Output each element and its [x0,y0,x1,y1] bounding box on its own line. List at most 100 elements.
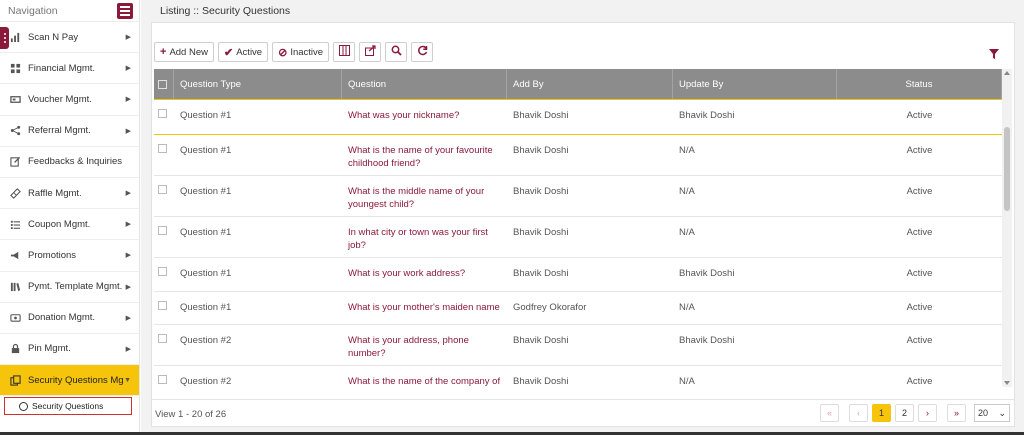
scroll-thumb[interactable] [1004,127,1010,211]
table-row[interactable]: Question #1 What is the name of your fav… [154,135,1002,176]
sidebar-item-financial-mgmt[interactable]: Financial Mgmt. ▶ [0,53,139,85]
list-icon [9,218,21,230]
cell-add-by: Bhavik Doshi [513,227,569,238]
sidebar-item-pymt-template-mgmt[interactable]: Pymt. Template Mgmt. ▶ [0,272,139,303]
scroll-down-icon[interactable] [1004,381,1010,385]
row-checkbox[interactable] [158,301,167,310]
cell-question-link[interactable]: What was your nickname? [342,100,507,134]
cell-question-link[interactable]: What is your mother's maiden name [342,292,507,324]
row-checkbox[interactable] [158,144,167,153]
sidebar-item-voucher-mgmt[interactable]: Voucher Mgmt. ▶ [0,84,139,116]
cell-question-type: Question #1 [180,268,232,279]
cell-status: Active [906,227,933,238]
circle-icon [19,401,28,411]
plus-icon: + [160,46,167,58]
column-header-question[interactable]: Question [342,69,507,99]
prev-page-button[interactable]: ‹ [849,404,868,422]
caret-right-icon: ▶ [125,65,131,73]
column-header-question-type[interactable]: Question Type [174,69,342,99]
sidebar-item-referral-mgmt[interactable]: Referral Mgmt. ▶ [0,116,139,147]
table-row[interactable]: Question #2 What is the name of the comp… [154,366,1002,399]
caret-right-icon: ▶ [125,34,131,42]
columns-icon [338,45,350,59]
active-button[interactable]: ✔ Active [218,42,269,62]
search-button[interactable] [385,42,408,62]
table-row[interactable]: Question #1 In what city or town was you… [154,217,1002,258]
first-page-button[interactable]: « [820,404,839,422]
row-checkbox[interactable] [158,267,167,276]
inactive-button[interactable]: ⊘ Inactive [272,42,330,62]
column-header-add-by[interactable]: Add By [507,69,673,99]
edit-icon [9,156,21,168]
table-footer: View 1 - 20 of 26 « ‹ 1 2 › » 20 ⌄ [152,399,1014,427]
sidebar-item-raffle-mgmt[interactable]: Raffle Mgmt. ▶ [0,178,139,210]
cell-status: Active [906,145,933,156]
security-questions-table: Question Type Question Add By Update By … [154,69,1002,399]
cell-add-by: Godfrey Okorafor [513,302,587,313]
column-header-status[interactable]: Status [837,69,1002,99]
cell-add-by: Bhavik Doshi [513,268,569,279]
active-label: Active [236,46,263,58]
row-checkbox[interactable] [158,334,167,343]
page-button-1[interactable]: 1 [872,404,891,422]
cell-question-link[interactable]: In what city or town was your first job? [342,217,507,257]
cell-question-link[interactable]: What is the name of the company of [342,366,507,399]
cell-question-link[interactable]: What is the middle name of your youngest… [342,176,507,216]
sidebar-item-label: Promotions [28,249,77,261]
row-checkbox[interactable] [158,109,167,118]
sidebar-item-promotions[interactable]: Promotions ▶ [0,240,139,272]
table-row[interactable]: Question #1 What is the middle name of y… [154,176,1002,217]
table-row[interactable]: Question #1 What is your work address? B… [154,258,1002,292]
row-select [154,325,174,365]
select-all-checkbox[interactable] [158,79,167,89]
ban-icon: ⊘ [278,46,288,59]
pagination: « ‹ 1 2 › » [820,404,966,422]
table-row[interactable]: Question #1 What is your mother's maiden… [154,292,1002,325]
sidebar-item-scan-n-pay[interactable]: Scan N Pay ▶ [0,22,139,54]
caret-right-icon: ▶ [125,345,131,353]
cell-update-by: N/A [679,145,695,156]
sidebar-subitem-security-questions[interactable]: Security Questions [0,396,139,416]
voucher-icon [9,93,21,105]
page-button-2[interactable]: 2 [895,404,914,422]
last-page-button[interactable]: » [947,404,966,422]
cell-add-by: Bhavik Doshi [513,376,569,387]
add-new-button[interactable]: + Add New [154,42,214,62]
caret-right-icon: ▶ [125,283,131,291]
sidebar-item-label: Voucher Mgmt. [28,93,92,105]
column-header-update-by[interactable]: Update By [673,69,837,99]
table-scrollbar[interactable] [1002,69,1012,387]
export-button[interactable] [359,42,382,62]
bar-chart-icon [9,31,21,43]
next-page-button[interactable]: › [918,404,937,422]
scroll-up-icon[interactable] [1004,71,1010,75]
cell-question-link[interactable]: What is your work address? [342,258,507,291]
lock-icon [9,343,21,355]
row-select [154,176,174,216]
sidebar-item-label: Raffle Mgmt. [28,187,82,199]
sidebar-item-donation-mgmt[interactable]: Donation Mgmt. ▶ [0,303,139,334]
chevron-down-icon: ⌄ [998,407,1006,418]
sidebar-item-label: Pymt. Template Mgmt. [28,281,123,293]
sidebar-item-pin-mgmt[interactable]: Pin Mgmt. ▶ [0,334,139,366]
sidebar-navigation: Navigation Scan N Pay ▶ Financial Mgmt. … [0,0,140,435]
cell-question-link[interactable]: What is the name of your favourite child… [342,135,507,175]
sidebar-item-coupon-mgmt[interactable]: Coupon Mgmt. ▶ [0,209,139,241]
page-size-select[interactable]: 20 ⌄ [974,404,1010,422]
row-checkbox[interactable] [158,226,167,235]
cell-question-link[interactable]: What is your address, phone number? [342,325,507,365]
row-checkbox[interactable] [158,375,167,384]
cell-status: Active [906,186,933,197]
cell-status: Active [906,302,933,313]
table-row[interactable]: Question #2 What is your address, phone … [154,325,1002,366]
refresh-button[interactable] [411,42,434,62]
row-checkbox[interactable] [158,185,167,194]
sidebar-item-feedbacks-inquiries[interactable]: Feedbacks & Inquiries [0,147,139,178]
sidebar-subitem-highlight: Security Questions [4,397,132,416]
table-row[interactable]: Question #1 What was your nickname? Bhav… [154,99,1002,135]
columns-button[interactable] [333,42,356,62]
filter-icon[interactable] [988,48,1000,60]
more-options-icon[interactable] [0,27,9,49]
hamburger-menu-icon[interactable] [117,2,133,19]
sidebar-item-security-questions-mgmt[interactable]: Security Questions Mgmt. ▼ [0,365,139,397]
